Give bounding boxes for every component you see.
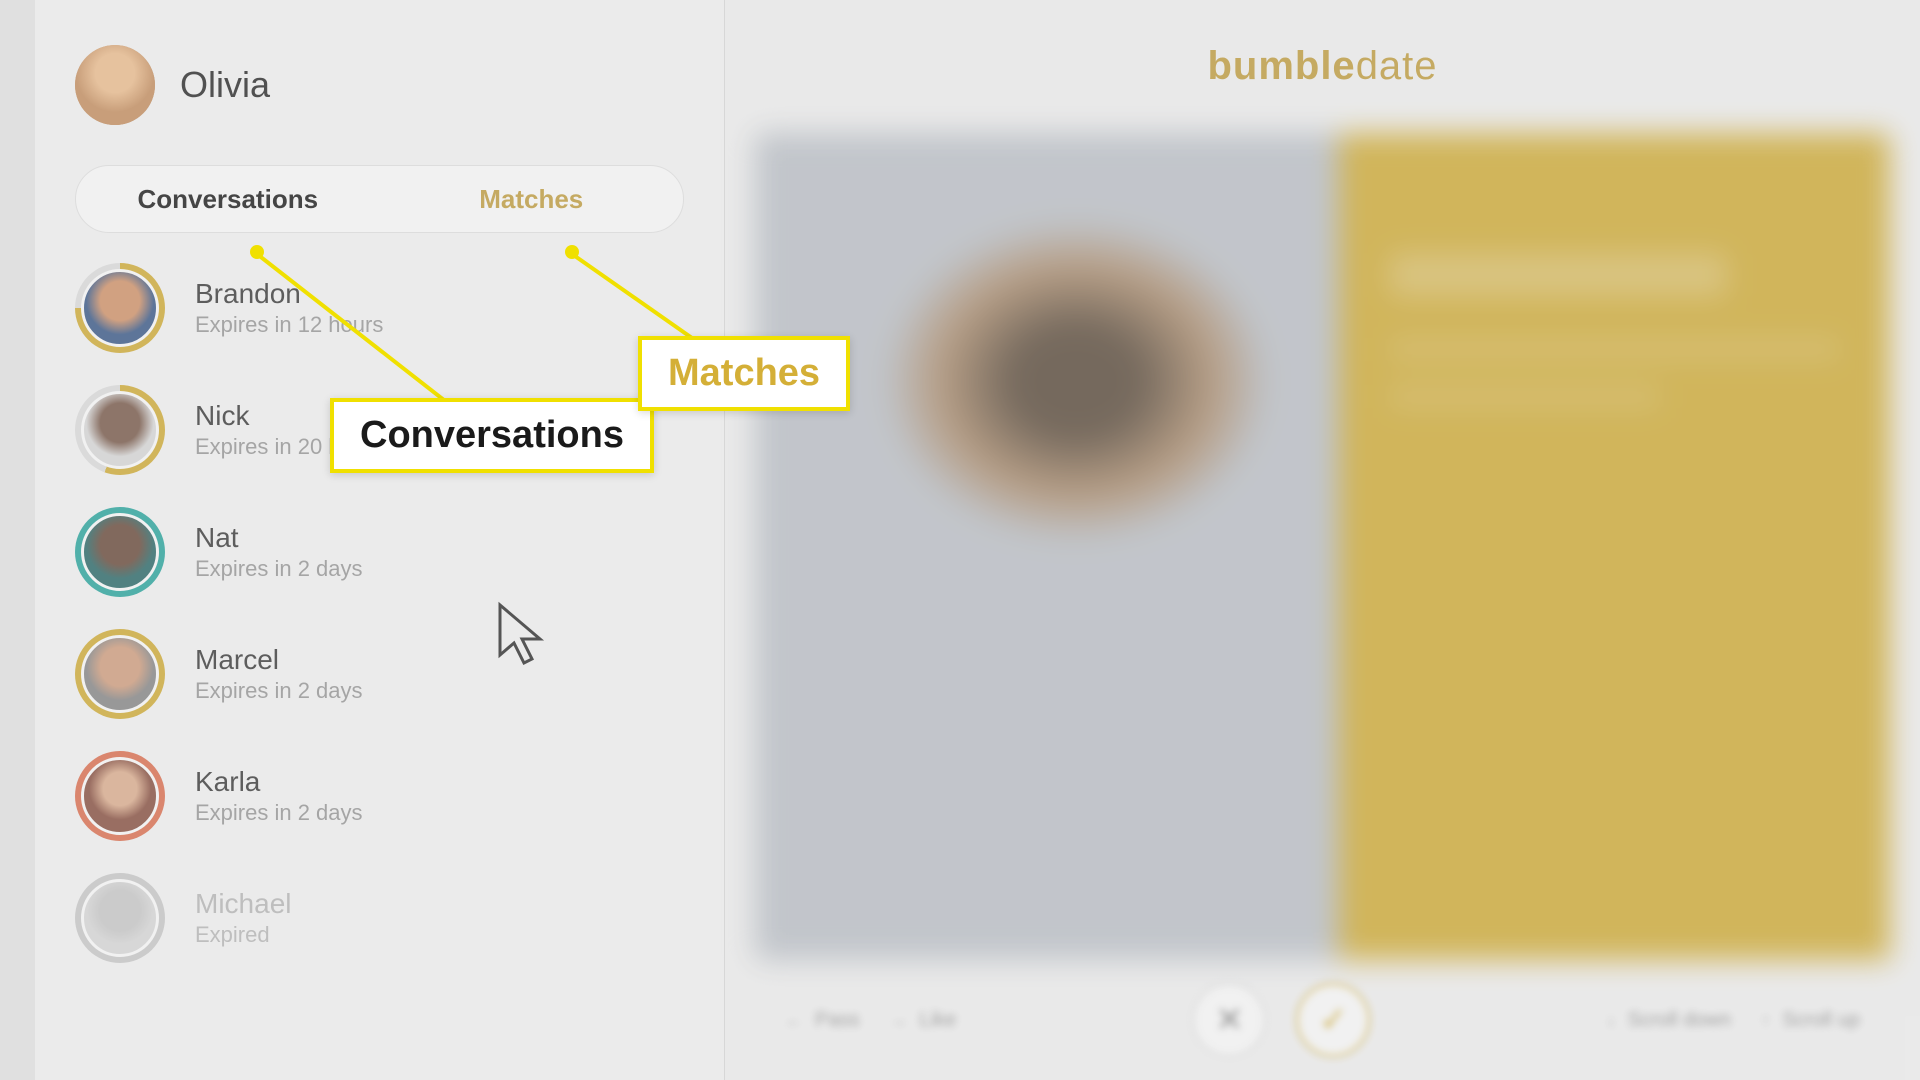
profile-line: [1389, 385, 1660, 409]
conversation-info: Karla Expires in 2 days: [195, 766, 363, 826]
user-name: Olivia: [180, 64, 270, 106]
conversation-info: Marcel Expires in 2 days: [195, 644, 363, 704]
avatar-ring: [75, 507, 165, 597]
conversation-info: Nat Expires in 2 days: [195, 522, 363, 582]
profile-name-placeholder: [1389, 253, 1727, 297]
conversation-name: Karla: [195, 766, 363, 798]
action-bar: ← Pass → Like ✕ ✓ ↓ Scroll down ↑ Scroll…: [725, 960, 1920, 1080]
arrow-up-icon: ↑: [1761, 1010, 1770, 1031]
avatar: [81, 879, 159, 957]
conversation-status: Expired: [195, 922, 291, 948]
check-icon: ✓: [1319, 1000, 1348, 1040]
avatar-ring: [75, 629, 165, 719]
scroll-down-label: Scroll down: [1628, 1009, 1731, 1032]
conversation-item[interactable]: Nat Expires in 2 days: [75, 507, 684, 597]
annotation-matches: Matches: [638, 336, 850, 411]
avatar: [81, 635, 159, 713]
profile-card[interactable]: [725, 133, 1920, 960]
scroll-up-hint: ↑ Scroll up: [1761, 1009, 1860, 1032]
pass-hint: ← Pass: [785, 1009, 859, 1032]
like-label: Like: [919, 1009, 956, 1032]
user-avatar[interactable]: [75, 45, 155, 125]
avatar-ring: [75, 385, 165, 475]
conversation-item[interactable]: Michael Expired: [75, 873, 684, 963]
brand-light: date: [1356, 44, 1438, 88]
conversation-item[interactable]: Marcel Expires in 2 days: [75, 629, 684, 719]
user-header[interactable]: Olivia: [35, 20, 724, 165]
arrow-left-icon: ←: [785, 1010, 803, 1031]
pass-button[interactable]: ✕: [1192, 983, 1266, 1057]
scroll-down-hint: ↓ Scroll down: [1607, 1009, 1731, 1032]
cursor-icon: [490, 595, 560, 675]
tab-conversations[interactable]: Conversations: [76, 166, 380, 232]
pass-label: Pass: [815, 1009, 859, 1032]
arrow-right-icon: →: [889, 1010, 907, 1031]
conversation-name: Marcel: [195, 644, 363, 676]
brand-logo: bumbledate: [725, 0, 1920, 133]
conversation-info: Michael Expired: [195, 888, 291, 948]
arrow-down-icon: ↓: [1607, 1010, 1616, 1031]
conversation-name: Michael: [195, 888, 291, 920]
conversation-status: Expires in 2 days: [195, 678, 363, 704]
conversation-status: Expires in 2 days: [195, 556, 363, 582]
avatar: [81, 269, 159, 347]
conversation-name: Nat: [195, 522, 363, 554]
like-button[interactable]: ✓: [1296, 983, 1370, 1057]
avatar: [81, 757, 159, 835]
close-icon: ✕: [1215, 1000, 1244, 1040]
brand-bold: bumble: [1207, 44, 1355, 88]
avatar: [81, 513, 159, 591]
avatar: [81, 391, 159, 469]
conversation-name: Brandon: [195, 278, 383, 310]
conversation-status: Expires in 2 days: [195, 800, 363, 826]
tabs: Conversations Matches: [75, 165, 684, 233]
sidebar: Olivia Conversations Matches Brandon Exp…: [35, 0, 725, 1080]
profile-line: [1389, 337, 1840, 361]
scroll-up-label: Scroll up: [1782, 1009, 1860, 1032]
conversation-item[interactable]: Brandon Expires in 12 hours: [75, 263, 684, 353]
conversation-status: Expires in 12 hours: [195, 312, 383, 338]
annotation-conversations: Conversations: [330, 398, 654, 473]
avatar-ring: [75, 751, 165, 841]
app-container: Olivia Conversations Matches Brandon Exp…: [35, 0, 1920, 1080]
main-area: bumbledate ← Pass → Like ✕: [725, 0, 1920, 1080]
profile-photo: [755, 133, 1339, 960]
like-hint: → Like: [889, 1009, 956, 1032]
avatar-ring: [75, 263, 165, 353]
avatar-ring: [75, 873, 165, 963]
profile-info-panel: [1339, 133, 1890, 960]
tab-matches[interactable]: Matches: [380, 166, 684, 232]
conversation-list: Brandon Expires in 12 hours Nick Expires…: [35, 263, 724, 963]
conversation-item[interactable]: Karla Expires in 2 days: [75, 751, 684, 841]
